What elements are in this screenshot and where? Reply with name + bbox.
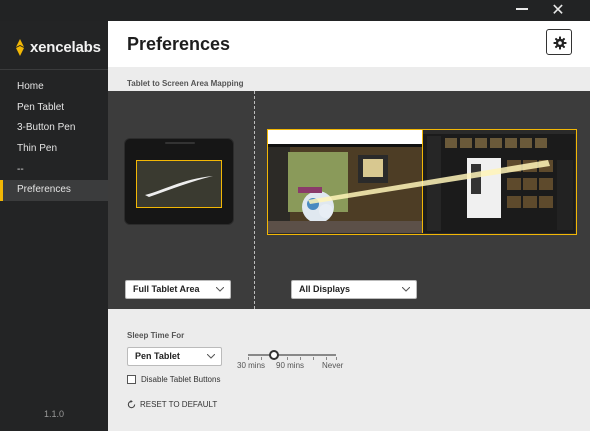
slider-label-90: 90 mins [276,361,305,370]
slider-tick [313,357,314,360]
reset-icon [127,400,136,409]
reset-label: RESET TO DEFAULT [140,400,218,409]
logo: xencelabs [14,36,101,58]
slider-tick [300,357,301,360]
chevron-down-icon [216,287,224,292]
tablet-top-edge [165,142,195,144]
sidebar-divider [0,69,108,70]
mapping-panel: Full Tablet Area All Displays [108,91,590,309]
title-bar: ✕ [0,0,590,21]
mapping-beam-illustration [308,160,550,204]
sidebar-nav: Home Pen Tablet 3-Button Pen Thin Pen --… [0,77,108,202]
sidebar-item-preferences[interactable]: Preferences [0,180,108,202]
xencelabs-logo-icon [16,38,24,56]
tablet-area-select[interactable]: Full Tablet Area [125,280,231,299]
chevron-down-icon [402,287,410,292]
gear-icon [553,36,567,50]
close-button[interactable]: ✕ [543,0,573,21]
slider-thumb[interactable] [269,350,279,360]
slider-tick [261,357,262,360]
main-content: Preferences Tablet to Screen Area Mappin… [108,21,590,431]
sleep-device-select[interactable]: Pen Tablet [127,347,222,366]
display-select[interactable]: All Displays [291,280,417,299]
slider-tick [287,357,288,360]
sidebar-item-thin-pen[interactable]: Thin Pen [0,139,108,160]
sidebar-item-placeholder[interactable]: -- [0,160,108,181]
sidebar-item-3-button-pen[interactable]: 3-Button Pen [0,118,108,139]
logo-text: xencelabs [30,38,101,56]
slider-tick [326,357,327,360]
sleep-device-value: Pen Tablet [135,351,180,361]
reset-to-default-button[interactable]: RESET TO DEFAULT [127,400,217,409]
sidebar: xencelabs Home Pen Tablet 3-Button Pen T… [0,21,108,431]
minimize-button[interactable] [506,0,536,21]
version-label: 1.1.0 [43,409,65,419]
disable-buttons-label: Disable Tablet Buttons [141,375,221,384]
sleep-time-slider[interactable] [248,350,338,360]
disable-buttons-checkbox[interactable] [127,375,136,384]
tablet-active-area[interactable] [136,160,222,208]
display-preview[interactable] [267,129,577,235]
page-title: Preferences [127,34,231,54]
mapping-divider [254,91,255,309]
mapping-section-label: Tablet to Screen Area Mapping [127,79,244,88]
slider-label-30: 30 mins [237,361,266,370]
sidebar-item-pen-tablet[interactable]: Pen Tablet [0,98,108,119]
disable-buttons-row: Disable Tablet Buttons [127,375,220,384]
tablet-area-value: Full Tablet Area [133,284,200,294]
settings-button[interactable] [546,29,572,55]
display-value: All Displays [299,284,351,294]
pen-stroke-illustration [145,176,213,197]
slider-label-never: Never [322,361,344,370]
slider-tick [248,357,249,360]
sleep-section-label: Sleep Time For [127,331,185,340]
tablet-image [124,138,234,225]
page-header: Preferences [108,21,590,67]
slider-tick [336,357,337,360]
sidebar-item-home[interactable]: Home [0,77,108,98]
slider-track [248,354,336,356]
chevron-down-icon [207,354,215,359]
